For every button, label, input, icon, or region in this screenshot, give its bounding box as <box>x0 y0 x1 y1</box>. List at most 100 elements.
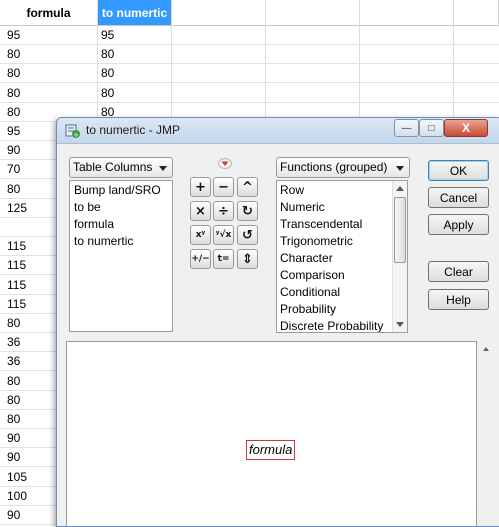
apply-button[interactable]: Apply <box>428 214 489 235</box>
formula-cell[interactable]: 95 <box>7 26 20 44</box>
formula-cell[interactable]: 115 <box>7 237 26 255</box>
scroll-down-icon[interactable] <box>396 322 404 327</box>
functions-label: Functions (grouped) <box>280 160 388 174</box>
negate-button[interactable]: +/− <box>190 249 211 269</box>
clear-button[interactable]: Clear <box>428 261 489 282</box>
maximize-icon: □ <box>428 122 435 134</box>
table-row[interactable]: 80 80 <box>0 84 499 103</box>
editor-scrollbar[interactable] <box>478 341 495 526</box>
peel-button[interactable]: ↻ <box>237 201 258 221</box>
formula-cell[interactable]: 80 <box>7 410 20 428</box>
power-button[interactable]: ^ <box>237 177 258 197</box>
to-numertic-cell[interactable]: 80 <box>101 84 114 102</box>
formula-cell[interactable]: 90 <box>7 141 20 159</box>
scroll-up-icon[interactable] <box>483 347 489 351</box>
function-group-item[interactable]: Transcendental <box>280 216 404 233</box>
column-header-empty[interactable] <box>266 0 360 26</box>
formula-cell[interactable]: 80 <box>7 372 20 390</box>
functions-dropdown[interactable]: Functions (grouped) <box>276 157 410 178</box>
formula-cell[interactable]: 36 <box>7 333 20 351</box>
expand-button[interactable]: ⇕ <box>237 249 258 269</box>
formula-cell[interactable]: 80 <box>7 64 20 82</box>
assign-button[interactable]: t= <box>213 249 234 269</box>
scroll-up-icon[interactable] <box>396 186 404 191</box>
minus-icon: − <box>218 179 229 195</box>
column-header-empty[interactable] <box>172 0 266 26</box>
expand-icon: ⇕ <box>242 251 253 267</box>
subtract-button[interactable]: − <box>213 177 234 197</box>
column-header-empty[interactable] <box>454 0 499 26</box>
formula-cell[interactable]: 80 <box>7 84 20 102</box>
formula-editor-area[interactable]: formula <box>66 341 477 526</box>
table-row[interactable]: 80 80 <box>0 64 499 84</box>
close-button[interactable]: X <box>444 119 488 137</box>
function-group-item[interactable]: Comparison <box>280 267 404 284</box>
table-columns-dropdown[interactable]: Table Columns <box>69 157 173 178</box>
column-header-to-numertic[interactable]: to numertic <box>98 0 172 26</box>
function-group-item[interactable]: Trigonometric <box>280 233 404 250</box>
formula-cell[interactable]: 115 <box>7 295 26 313</box>
formula-cell[interactable]: 90 <box>7 506 20 524</box>
table-row[interactable]: 80 80 <box>0 45 499 65</box>
formula-cell[interactable]: 115 <box>7 276 26 294</box>
caret-icon: ^ <box>242 179 253 195</box>
table-columns-list[interactable]: Bump land/SRO to be formula to numertic <box>69 180 173 332</box>
formula-term[interactable]: formula <box>246 440 296 460</box>
formula-cell[interactable]: 80 <box>7 391 20 409</box>
maximize-button[interactable]: □ <box>419 119 444 137</box>
divide-icon: ÷ <box>218 203 229 219</box>
formula-cell[interactable]: 80 <box>7 314 20 332</box>
to-numertic-cell[interactable]: 80 <box>101 45 114 63</box>
formula-cell[interactable]: 80 <box>7 103 20 121</box>
formula-cell[interactable]: 100 <box>7 487 27 505</box>
assign-icon: t= <box>217 254 230 264</box>
add-button[interactable]: + <box>190 177 211 197</box>
minimize-button[interactable]: — <box>394 119 419 137</box>
formula-cell[interactable]: 115 <box>7 256 26 274</box>
functions-scrollbar[interactable] <box>392 181 407 332</box>
formula-cell[interactable]: 80 <box>7 45 20 63</box>
column-list-item[interactable]: Bump land/SRO <box>74 182 168 199</box>
column-header-empty[interactable] <box>360 0 454 26</box>
to-numertic-cell[interactable]: 80 <box>101 64 114 82</box>
formula-cell[interactable]: 36 <box>7 352 20 370</box>
plus-minus-icon: +/− <box>191 254 210 264</box>
table-columns-label: Table Columns <box>73 160 153 174</box>
formula-cell[interactable]: 90 <box>7 448 20 466</box>
function-group-item[interactable]: Character <box>280 250 404 267</box>
formula-cell[interactable]: 105 <box>7 468 27 486</box>
expand-arrow-icon[interactable] <box>218 158 232 169</box>
function-group-item[interactable]: Probability <box>280 301 404 318</box>
column-list-item[interactable]: formula <box>74 216 168 233</box>
function-group-item[interactable]: Row <box>280 182 404 199</box>
help-button[interactable]: Help <box>428 289 489 310</box>
divide-button[interactable]: ÷ <box>213 201 234 221</box>
column-list-item[interactable]: to be <box>74 199 168 216</box>
to-numertic-cell[interactable]: 95 <box>101 26 114 44</box>
table-row[interactable]: 95 95 <box>0 26 499 45</box>
function-group-item[interactable]: Numeric <box>280 199 404 216</box>
cancel-button[interactable]: Cancel <box>428 187 489 208</box>
column-list-item[interactable]: to numertic <box>74 233 168 250</box>
formula-cell[interactable]: 125 <box>7 199 27 217</box>
title-bar[interactable]: + to numertic - JMP — □ X <box>57 118 499 144</box>
svg-text:+: + <box>73 131 79 139</box>
function-group-item[interactable]: Discrete Probability <box>280 318 404 332</box>
multiply-button[interactable]: × <box>190 201 211 221</box>
exponent-button[interactable]: xʸ <box>190 225 211 245</box>
ok-button[interactable]: OK <box>428 160 489 181</box>
formula-editor-dialog: + to numertic - JMP — □ X Table Columns … <box>56 117 499 527</box>
window-title: to numertic - JMP <box>86 123 181 137</box>
root-button[interactable]: ʸ√x <box>213 225 234 245</box>
scrollbar-thumb[interactable] <box>394 197 406 263</box>
chevron-down-icon <box>396 166 404 171</box>
function-group-item[interactable]: Conditional <box>280 284 404 301</box>
formula-cell[interactable]: 80 <box>7 180 20 198</box>
functions-list[interactable]: Row Numeric Transcendental Trigonometric… <box>276 180 408 333</box>
swap-icon: ↺ <box>242 227 253 243</box>
formula-cell[interactable]: 90 <box>7 429 20 447</box>
swap-button[interactable]: ↺ <box>237 225 258 245</box>
formula-cell[interactable]: 95 <box>7 122 20 140</box>
formula-cell[interactable]: 70 <box>7 160 20 178</box>
column-header-formula[interactable]: formula <box>0 0 98 26</box>
